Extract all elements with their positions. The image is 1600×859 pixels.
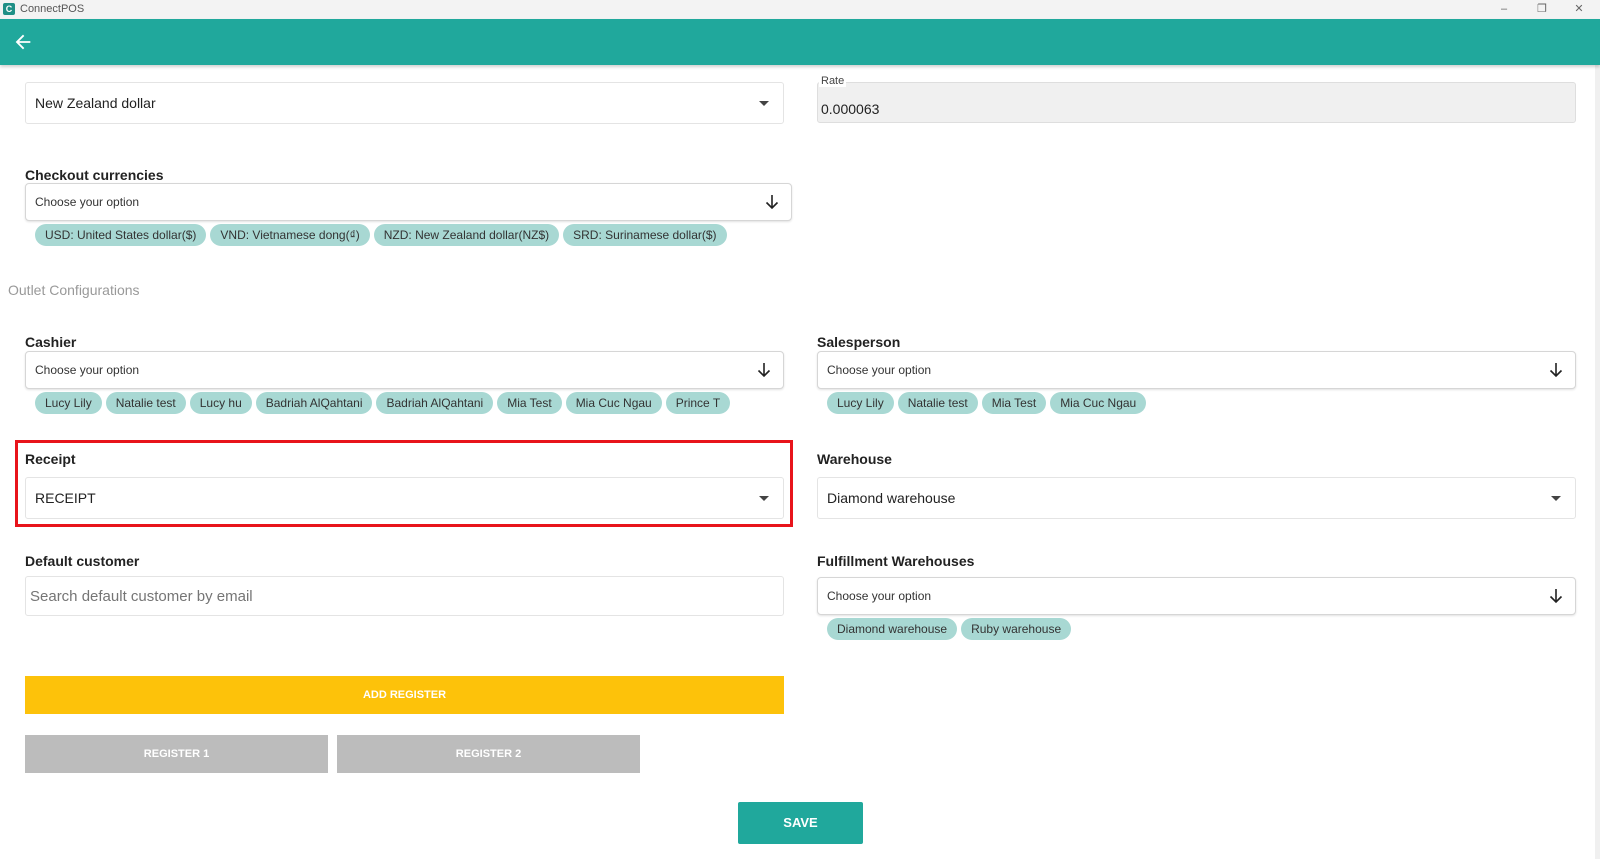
currency-chip[interactable]: VND: Vietnamese dong(₫): [210, 224, 370, 246]
cashier-chip[interactable]: Mia Test: [497, 392, 562, 414]
cashier-chip[interactable]: Badriah AlQahtani: [376, 392, 494, 414]
arrow-down-icon: [1549, 589, 1563, 604]
arrow-down-icon: [1549, 363, 1563, 378]
receipt-select[interactable]: RECEIPT: [25, 477, 784, 519]
cashier-chip[interactable]: Mia Cuc Ngau: [565, 392, 662, 414]
window-title: ConnectPOS: [20, 3, 85, 15]
currency-select[interactable]: New Zealand dollar: [25, 82, 784, 124]
register-2-button[interactable]: REGISTER 2: [337, 735, 640, 773]
salesperson-select[interactable]: Choose your option: [817, 351, 1576, 389]
warehouse-label: Warehouse: [817, 451, 892, 467]
receipt-select-value: RECEIPT: [35, 490, 96, 506]
cashier-chip[interactable]: Lucy Lily: [35, 392, 102, 414]
default-customer-search-input[interactable]: [25, 576, 784, 616]
arrow-down-icon: [757, 363, 771, 378]
receipt-label: Receipt: [25, 451, 76, 467]
warehouse-chip[interactable]: Diamond warehouse: [827, 618, 958, 640]
close-window-button[interactable]: ✕: [1561, 0, 1597, 19]
currency-select-value: New Zealand dollar: [35, 95, 156, 111]
checkout-currencies-select[interactable]: Choose your option: [25, 183, 792, 221]
warehouse-select-value: Diamond warehouse: [827, 490, 956, 506]
app-logo-icon: C: [3, 3, 15, 15]
arrow-left-icon[interactable]: [12, 31, 34, 53]
default-customer-label: Default customer: [25, 553, 140, 569]
cashier-chip[interactable]: Badriah AlQahtani: [255, 392, 373, 414]
vertical-scrollbar[interactable]: [1595, 65, 1600, 859]
caret-down-icon: [759, 496, 769, 501]
rate-value: 0.000063: [821, 101, 880, 117]
salesperson-chip[interactable]: Natalie test: [897, 392, 978, 414]
warehouse-select[interactable]: Diamond warehouse: [817, 477, 1576, 519]
cashier-label: Cashier: [25, 334, 77, 350]
salesperson-placeholder: Choose your option: [827, 363, 932, 377]
salesperson-chip[interactable]: Mia Cuc Ngau: [1050, 392, 1147, 414]
save-button[interactable]: SAVE: [738, 802, 863, 844]
salesperson-label: Salesperson: [817, 334, 901, 350]
cashier-chips: Lucy Lily Natalie test Lucy hu Badriah AlQa…: [35, 392, 734, 414]
checkout-currencies-placeholder: Choose your option: [35, 195, 140, 209]
currency-chip[interactable]: NZD: New Zealand dollar(NZ$): [373, 224, 560, 246]
cashier-chip[interactable]: Prince T: [665, 392, 731, 414]
checkout-currencies-label: Checkout currencies: [25, 167, 164, 183]
cashier-chip[interactable]: Lucy hu: [189, 392, 252, 414]
add-register-button[interactable]: ADD REGISTER: [25, 676, 784, 714]
currency-chip[interactable]: USD: United States dollar($): [35, 224, 207, 246]
restore-button[interactable]: ❐: [1524, 0, 1560, 19]
caret-down-icon: [759, 101, 769, 106]
arrow-down-icon: [765, 195, 779, 210]
minimize-button[interactable]: –: [1486, 0, 1522, 19]
currency-chip[interactable]: SRD: Surinamese dollar($): [563, 224, 727, 246]
outlet-configurations-title: Outlet Configurations: [8, 282, 140, 298]
fulfillment-warehouses-select[interactable]: Choose your option: [817, 577, 1576, 615]
rate-field[interactable]: 0.000063: [817, 82, 1576, 123]
warehouse-chip[interactable]: Ruby warehouse: [961, 618, 1072, 640]
app-header: [0, 19, 1600, 65]
fulfillment-chips: Diamond warehouse Ruby warehouse: [827, 618, 1075, 640]
checkout-currency-chips: USD: United States dollar($) VND: Vietnam…: [35, 224, 731, 246]
salesperson-chip[interactable]: Lucy Lily: [827, 392, 894, 414]
cashier-chip[interactable]: Natalie test: [105, 392, 186, 414]
rate-label: Rate: [819, 75, 847, 87]
fulfillment-placeholder: Choose your option: [827, 589, 932, 603]
caret-down-icon: [1551, 496, 1561, 501]
cashier-select[interactable]: Choose your option: [25, 351, 784, 389]
window-title-bar: C ConnectPOS – ❐ ✕: [0, 0, 1600, 19]
cashier-placeholder: Choose your option: [35, 363, 140, 377]
fulfillment-warehouses-label: Fulfillment Warehouses: [817, 553, 975, 569]
salesperson-chip[interactable]: Mia Test: [981, 392, 1047, 414]
salesperson-chips: Lucy Lily Natalie test Mia Test Mia Cuc Nga…: [827, 392, 1150, 414]
register-1-button[interactable]: REGISTER 1: [25, 735, 328, 773]
